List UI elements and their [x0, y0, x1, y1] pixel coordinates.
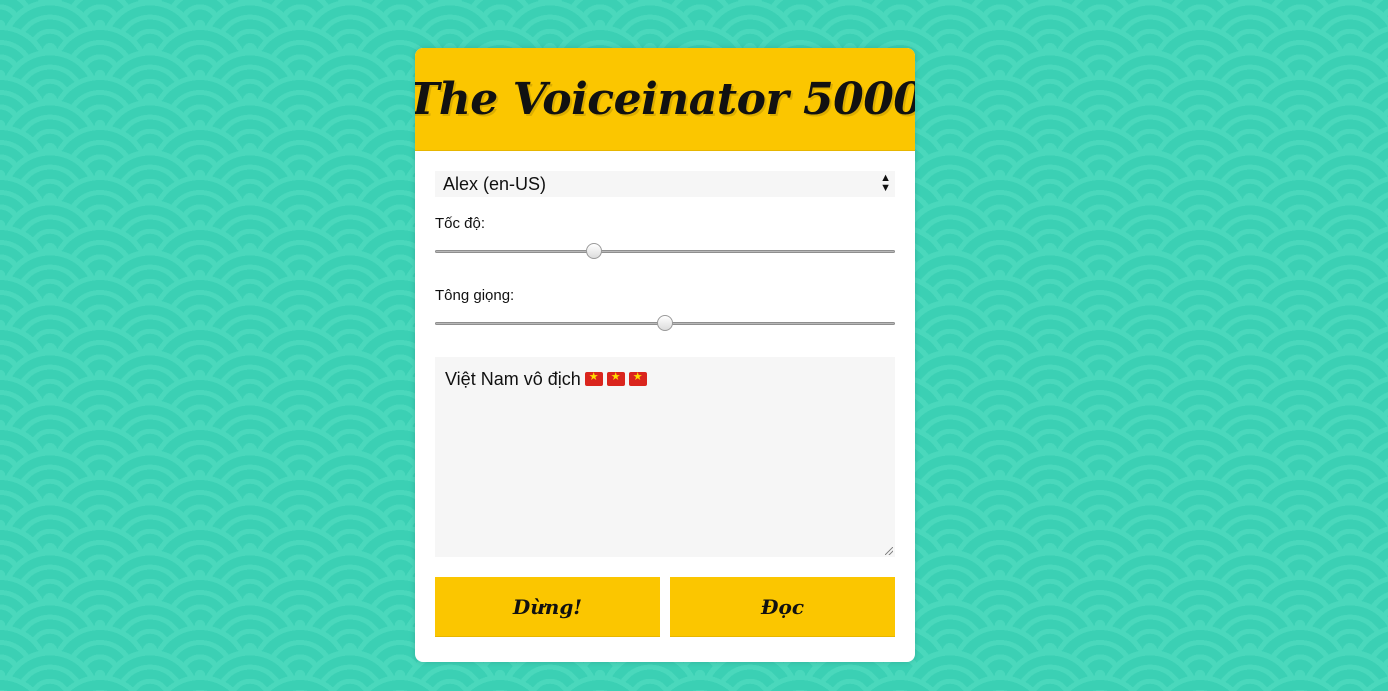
- pitch-slider-thumb[interactable]: [657, 315, 673, 331]
- voice-select-value: Alex (en-US): [443, 174, 547, 194]
- speak-button[interactable]: Đọc: [670, 577, 895, 637]
- stop-button[interactable]: Dừng!: [435, 577, 660, 637]
- pitch-label: Tông giọng:: [435, 287, 515, 304]
- select-arrows-icon: ▲ ▼: [880, 172, 891, 194]
- voice-select[interactable]: Alex (en-US) ▲ ▼: [435, 171, 895, 197]
- vietnam-flag-icon: [584, 370, 603, 386]
- header: The Voiceinator 5000: [415, 48, 915, 151]
- message-text: Việt Nam vô địch: [445, 369, 581, 389]
- controls: Alex (en-US) ▲ ▼ Tốc độ: Tông giọng: Việt…: [415, 151, 915, 657]
- rate-slider-track: [435, 250, 895, 253]
- rate-slider-thumb[interactable]: [585, 243, 602, 259]
- app-title: The Voiceinator 5000: [415, 73, 915, 125]
- pitch-slider[interactable]: [435, 309, 895, 339]
- action-buttons: Dừng! Đọc: [435, 577, 895, 637]
- voiceinator-panel: The Voiceinator 5000 Alex (en-US) ▲ ▼ Tốc…: [415, 48, 915, 662]
- vietnam-flag-icon: [606, 370, 625, 386]
- flag-group: [581, 369, 647, 389]
- rate-slider[interactable]: [435, 237, 895, 267]
- rate-label: Tốc độ:: [435, 215, 486, 232]
- vietnam-flag-icon: [628, 370, 647, 386]
- resize-handle[interactable]: [885, 547, 893, 555]
- message-textarea[interactable]: Việt Nam vô địch: [435, 357, 895, 557]
